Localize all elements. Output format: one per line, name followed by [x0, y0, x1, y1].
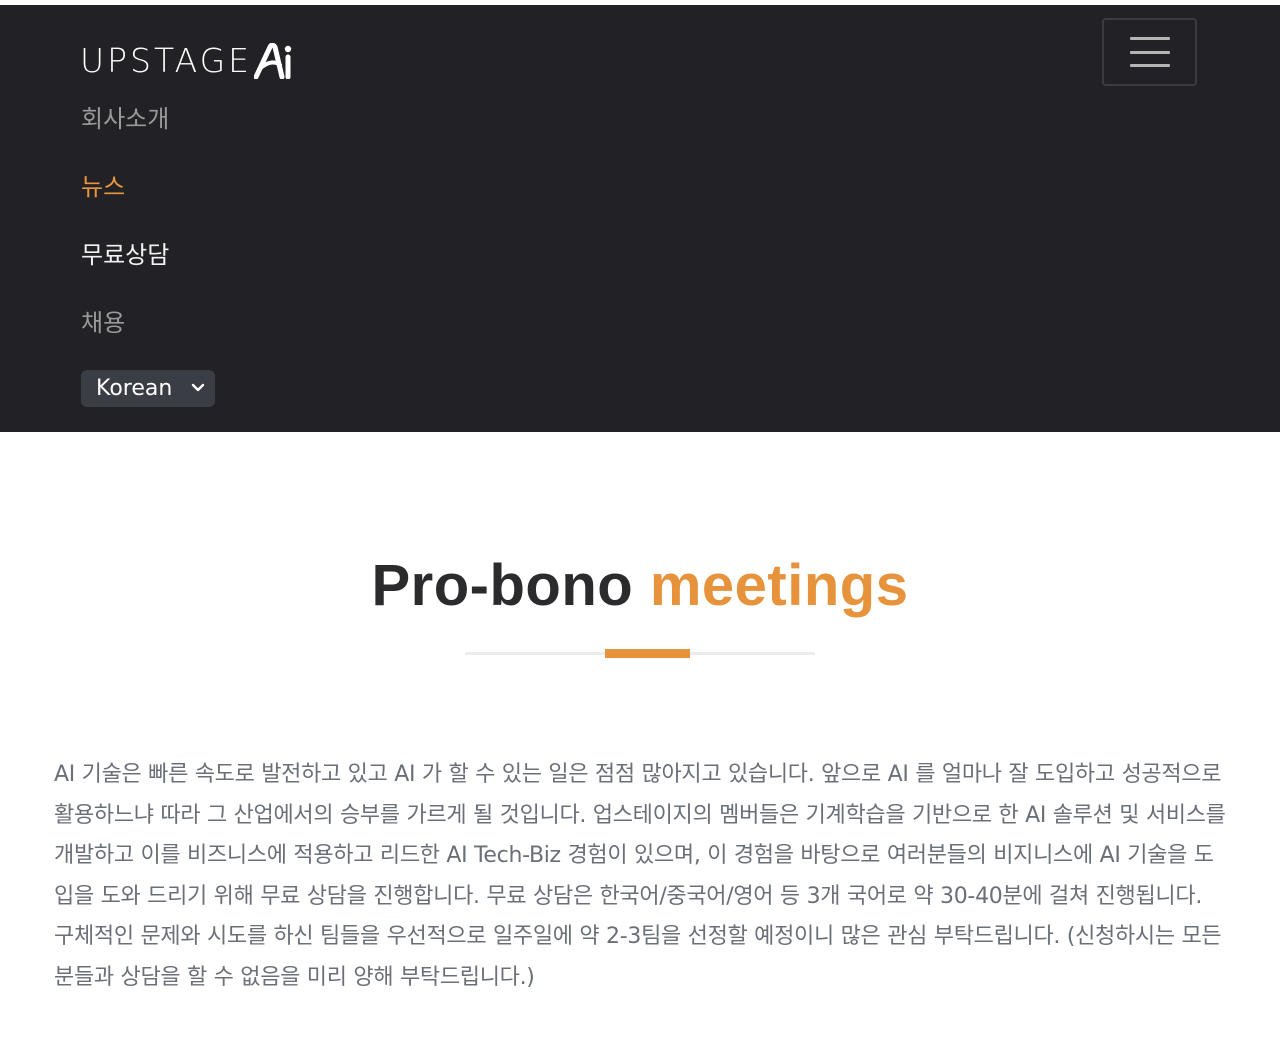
nav-item-careers[interactable]: 채용 [81, 301, 169, 369]
nav-item-free-consult[interactable]: 무료상담 [81, 233, 169, 301]
title-divider-accent [605, 649, 690, 658]
navbar: UPSTAGE 회사소개 뉴스 무료상담 채용 Korean [0, 5, 1280, 432]
section-title-accent: meetings [649, 553, 909, 618]
section-title: Pro-bono meetings [0, 552, 1280, 619]
nav-menu: 회사소개 뉴스 무료상담 채용 [81, 97, 169, 369]
section-description: AI 기술은 빠른 속도로 발전하고 있고 AI 가 할 수 있는 일은 점점 … [54, 762, 1226, 990]
logo-ai-mark [254, 43, 292, 79]
language-select[interactable]: Korean [81, 370, 215, 407]
section-title-main: Pro-bono [371, 553, 634, 618]
menu-toggle-button[interactable] [1102, 18, 1197, 86]
hamburger-icon [1129, 37, 1170, 67]
nav-item-news[interactable]: 뉴스 [81, 165, 169, 233]
language-select-value: Korean [96, 376, 173, 401]
nav-item-company[interactable]: 회사소개 [81, 97, 169, 165]
logo-wordmark: UPSTAGE [80, 41, 253, 80]
chevron-down-icon [191, 383, 205, 392]
upstage-logo[interactable]: UPSTAGE [80, 41, 294, 81]
main-content: Pro-bono meetings AI 기술은 빠른 속도로 발전하고 있고 … [0, 432, 1280, 1061]
